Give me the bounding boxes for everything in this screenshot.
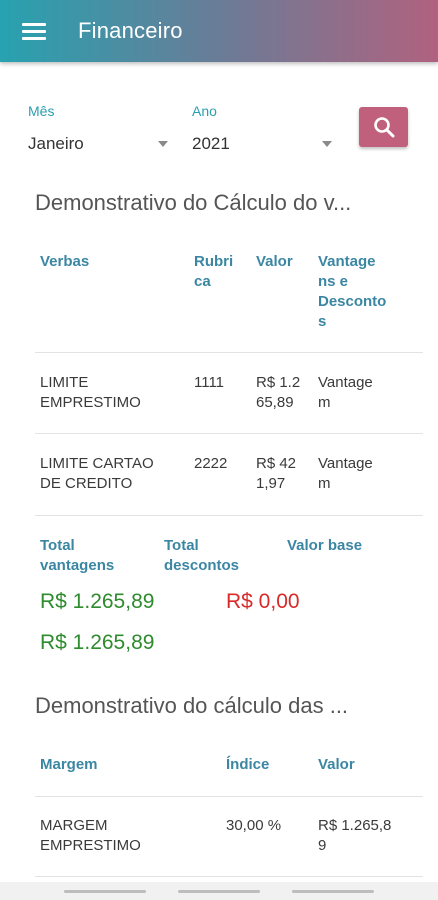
month-select[interactable]: Janeiro <box>28 130 168 160</box>
page-title: Financeiro <box>78 18 183 43</box>
cell-line: R$ 1.2 <box>256 374 301 391</box>
cell-indice: 30,00 % <box>226 817 282 834</box>
cell-line: 1,97 <box>256 475 286 492</box>
header-valor: Valor <box>256 253 293 270</box>
cell-line: 65,89 <box>256 394 294 411</box>
month-value: Janeiro <box>28 134 84 153</box>
header-vantagens-descontos: Vantage ns e Desconto s <box>318 252 386 332</box>
header-valor: Valor <box>318 756 355 773</box>
cell-line: m <box>318 475 331 492</box>
header-vantagens-line: s <box>318 313 327 330</box>
cell-line: m <box>318 394 331 411</box>
year-label: Ano <box>192 103 217 119</box>
total-vantagens-label: Total vantagens <box>40 536 114 576</box>
cell-line: R$ 42 <box>256 455 297 472</box>
cell-valor: R$ 42 1,97 <box>256 454 296 494</box>
cell-tipo: Vantage m <box>318 454 373 494</box>
header-margem: Margem <box>40 756 98 773</box>
row-divider <box>35 352 423 353</box>
hamburger-menu-icon[interactable] <box>22 23 46 41</box>
cell-valor: R$ 1.265,8 9 <box>318 816 391 856</box>
header-vantagens-line: Vantage <box>318 253 376 270</box>
cell-rubrica: 2222 <box>194 455 228 472</box>
total-descontos-label: Total descontos <box>164 536 239 576</box>
cell-rubrica: 1111 <box>194 374 225 391</box>
cell-line: 9 <box>318 837 327 854</box>
cell-tipo: Vantage m <box>318 373 373 413</box>
cell-line: Vantage <box>318 374 373 391</box>
month-label: Mês <box>28 103 55 119</box>
cell-valor: R$ 1.2 65,89 <box>256 373 300 413</box>
app-bar: Financeiro <box>0 0 438 62</box>
cell-line: Vantage <box>318 455 373 472</box>
margem-section-title: Demonstrativo do cálculo das ... <box>35 693 349 718</box>
cell-line: MARGEM <box>40 817 108 834</box>
year-select[interactable]: 2021 <box>192 130 332 160</box>
total-descontos-value: R$ 0,00 <box>226 590 300 613</box>
search-icon <box>374 117 395 138</box>
cell-line: LIMITE <box>40 374 89 391</box>
label-line: vantagens <box>40 557 115 574</box>
valor-base-label: Valor base <box>287 537 363 554</box>
row-divider <box>35 876 423 877</box>
label-line: Total <box>164 537 199 554</box>
cell-line: DE CREDITO <box>40 475 133 492</box>
chevron-down-icon <box>322 141 332 147</box>
cell-verba: LIMITE CARTAO DE CREDITO <box>40 454 154 494</box>
row-divider <box>35 796 423 797</box>
nav-home-handle[interactable] <box>178 890 260 893</box>
header-rubrica-line: ca <box>194 273 211 290</box>
header-vantagens-line: Desconto <box>318 293 387 310</box>
header-rubrica: Rubri ca <box>194 252 233 292</box>
valor-base-value: R$ 1.265,89 <box>40 631 155 654</box>
cell-margem: MARGEM EMPRESTIMO <box>40 816 141 856</box>
nav-back-handle[interactable] <box>292 890 374 893</box>
header-vantagens-line: ns e <box>318 273 349 290</box>
label-line: descontos <box>164 557 240 574</box>
header-rubrica-line: Rubri <box>194 253 234 270</box>
cell-line: EMPRESTIMO <box>40 394 141 411</box>
cell-line: R$ 1.265,8 <box>318 817 392 834</box>
nav-recent-handle[interactable] <box>64 890 146 893</box>
row-divider <box>35 433 423 434</box>
header-indice: Índice <box>226 756 270 773</box>
label-line: Total <box>40 537 75 554</box>
system-navigation-bar <box>0 882 438 900</box>
total-vantagens-value: R$ 1.265,89 <box>40 590 155 613</box>
calc-section-title: Demonstrativo do Cálculo do v... <box>35 190 352 215</box>
cell-line: EMPRESTIMO <box>40 837 141 854</box>
search-button[interactable] <box>359 107 408 147</box>
cell-verba: LIMITE EMPRESTIMO <box>40 373 141 413</box>
chevron-down-icon <box>158 141 168 147</box>
header-verbas: Verbas <box>40 253 90 270</box>
cell-line: LIMITE CARTAO <box>40 455 154 472</box>
row-divider <box>35 515 423 516</box>
year-value: 2021 <box>192 134 230 153</box>
